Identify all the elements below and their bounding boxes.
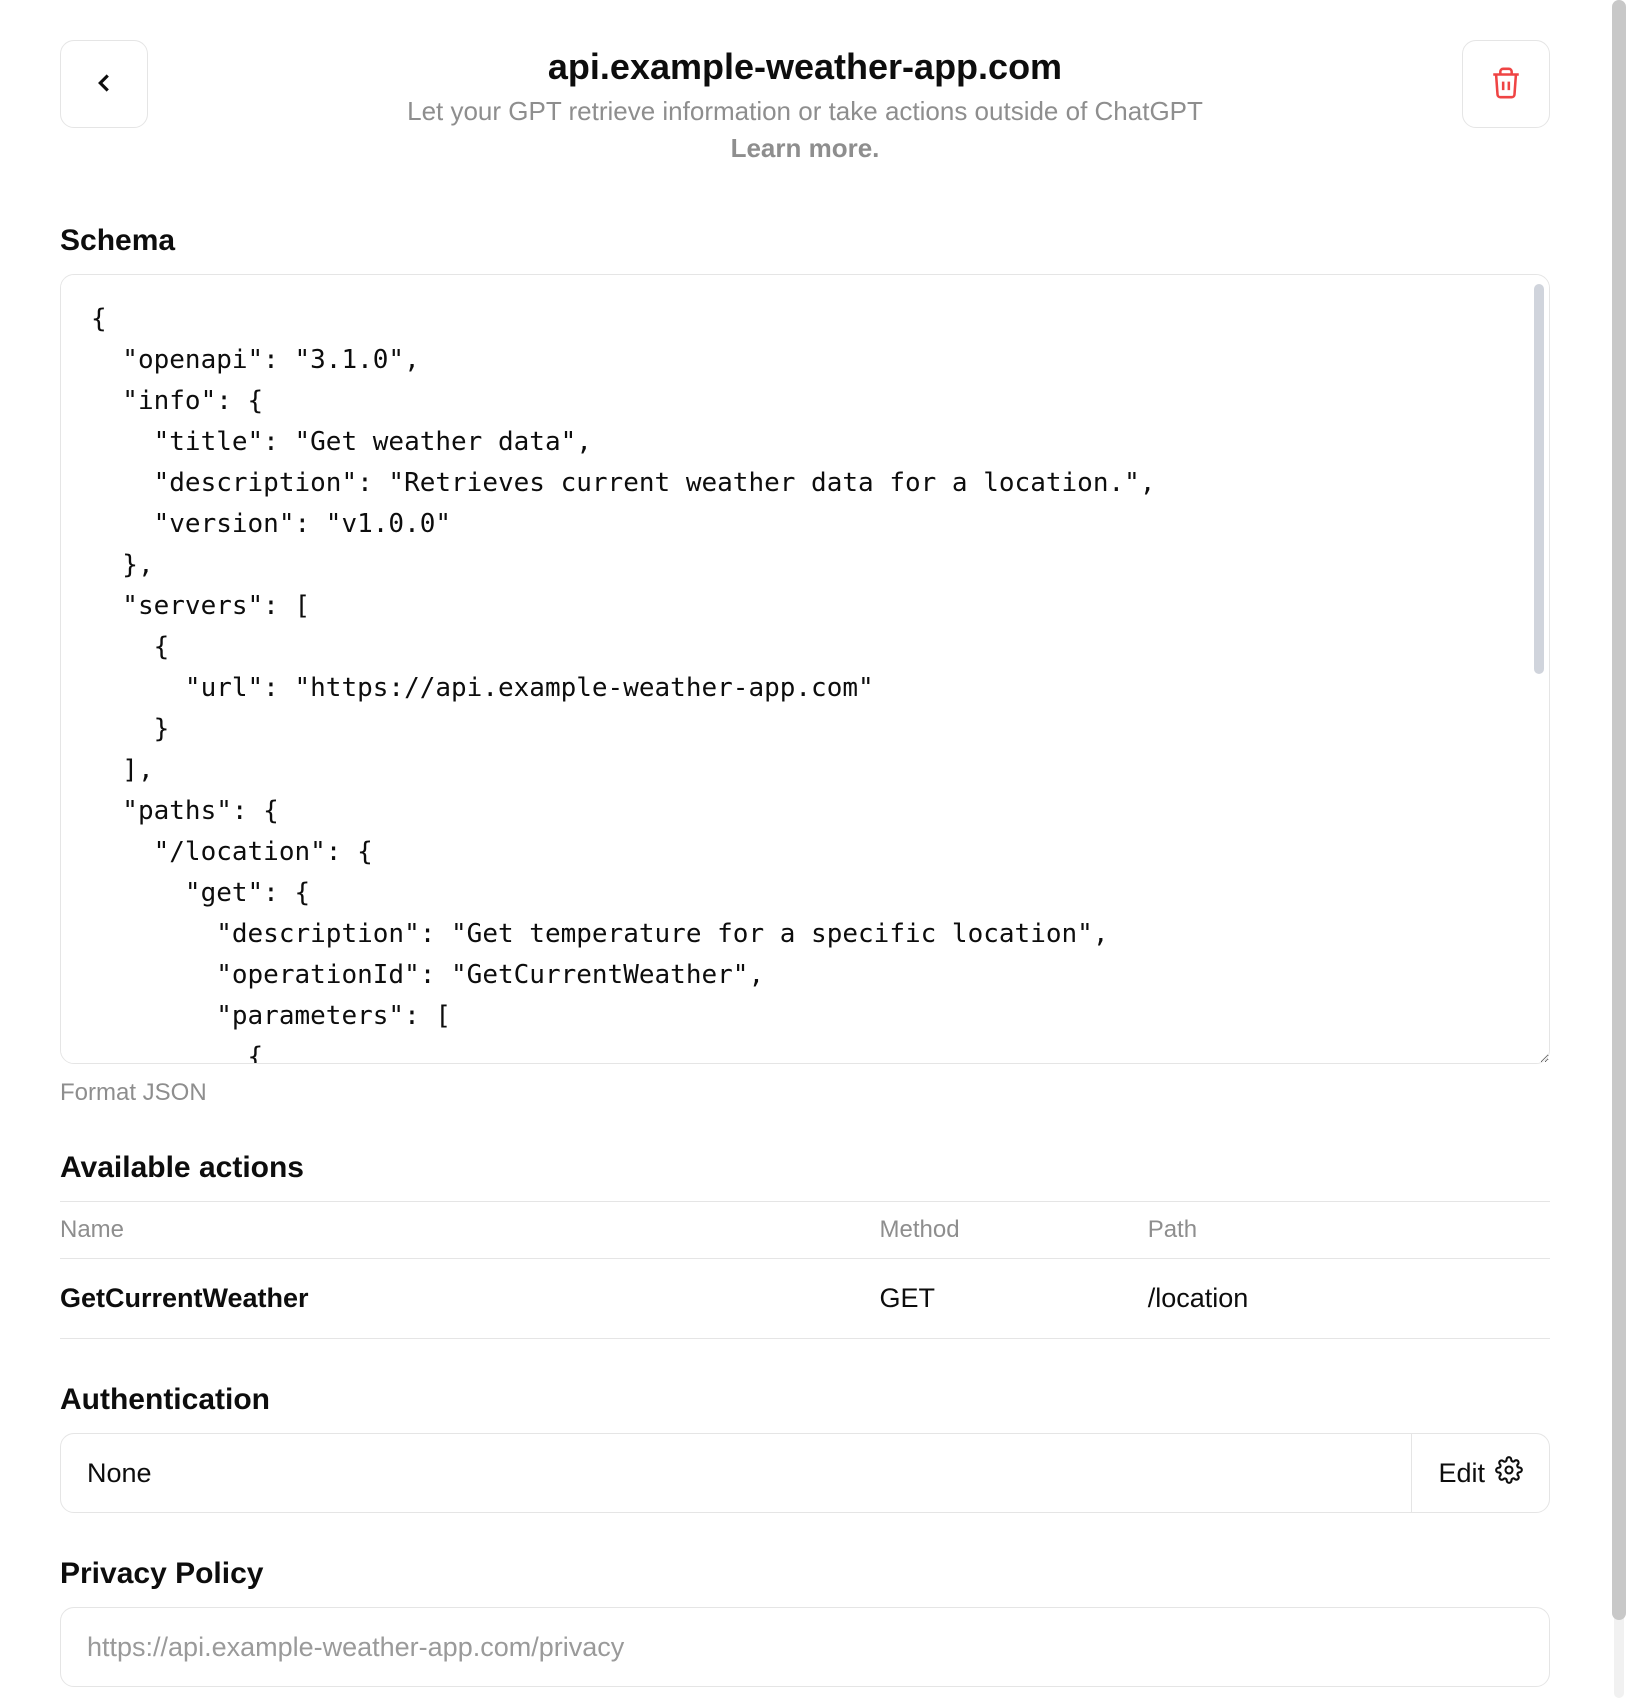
back-button[interactable]	[60, 40, 148, 128]
col-path: Path	[1148, 1202, 1550, 1259]
format-json-button[interactable]: Format JSON	[60, 1079, 1550, 1107]
page-subtitle: Let your GPT retrieve information or tak…	[168, 96, 1442, 127]
gear-icon	[1495, 1456, 1523, 1491]
schema-scrollbar-thumb[interactable]	[1534, 284, 1544, 674]
schema-textarea[interactable]	[60, 274, 1550, 1064]
available-actions-label: Available actions	[60, 1151, 1550, 1185]
learn-more-link[interactable]: Learn more.	[168, 133, 1442, 164]
privacy-policy-input[interactable]	[60, 1607, 1550, 1687]
title-block: api.example-weather-app.com Let your GPT…	[168, 40, 1442, 164]
delete-button[interactable]	[1462, 40, 1550, 128]
authentication-value: None	[61, 1434, 1411, 1512]
action-method: GET	[880, 1259, 1148, 1339]
page-scrollbar-thumb[interactable]	[1612, 0, 1626, 1620]
action-name: GetCurrentWeather	[60, 1259, 880, 1339]
table-row[interactable]: GetCurrentWeather GET /location	[60, 1259, 1550, 1339]
chevron-left-icon	[89, 68, 119, 101]
col-method: Method	[880, 1202, 1148, 1259]
authentication-label: Authentication	[60, 1383, 1550, 1417]
trash-icon	[1489, 66, 1523, 103]
privacy-policy-label: Privacy Policy	[60, 1557, 1550, 1591]
page-title: api.example-weather-app.com	[168, 46, 1442, 88]
edit-label: Edit	[1438, 1458, 1485, 1489]
available-actions-table: Name Method Path GetCurrentWeather GET /…	[60, 1201, 1550, 1339]
authentication-edit-button[interactable]: Edit	[1411, 1434, 1549, 1512]
table-header-row: Name Method Path	[60, 1202, 1550, 1259]
action-path: /location	[1148, 1259, 1550, 1339]
schema-label: Schema	[60, 224, 1550, 258]
authentication-row: None Edit	[60, 1433, 1550, 1513]
col-name: Name	[60, 1202, 880, 1259]
header-row: api.example-weather-app.com Let your GPT…	[60, 40, 1550, 164]
action-editor-panel: api.example-weather-app.com Let your GPT…	[0, 0, 1610, 1698]
